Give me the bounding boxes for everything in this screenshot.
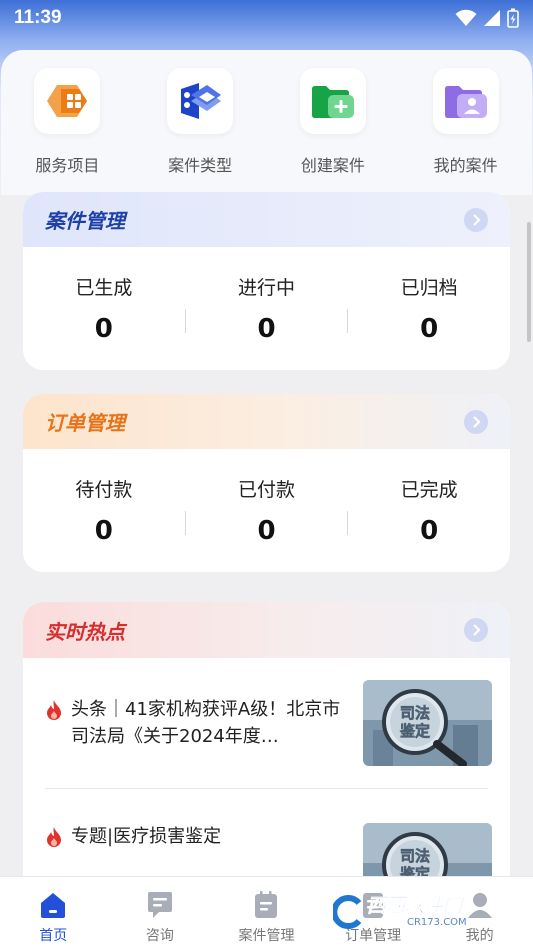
news-text: 专题|医疗损害鉴定 — [45, 823, 363, 850]
tab-case-management[interactable]: 案件管理 — [213, 877, 320, 948]
case-management-header[interactable]: 案件管理 — [23, 192, 510, 247]
order-stat-paid[interactable]: 已付款 0 — [186, 475, 348, 546]
case-types-icon — [181, 83, 222, 119]
quick-actions-panel: 服务项目 案件类型 创建案件 我的案件 — [1, 50, 532, 195]
quick-action-create-case[interactable]: 创建案件 — [278, 68, 388, 195]
watermark-logo-icon — [333, 895, 362, 929]
hot-news-card: 实时热点 头条｜41家机构获评A级！北京市司法局《关于2024年度… 司法 鉴定… — [23, 602, 510, 876]
thumb-text: 司法 — [400, 847, 430, 865]
stat-value: 0 — [257, 516, 276, 546]
news-text: 头条｜41家机构获评A级！北京市司法局《关于2024年度… — [45, 696, 363, 750]
thumb-text: 鉴定 — [399, 865, 430, 876]
case-management-title: 案件管理 — [45, 209, 125, 233]
case-stats: 已生成 0 进行中 0 已归档 0 — [23, 247, 510, 370]
service-items-icon — [47, 85, 88, 117]
notebook-icon — [255, 891, 278, 918]
order-stat-completed[interactable]: 已完成 0 — [348, 475, 510, 546]
order-management-title: 订单管理 — [45, 411, 125, 435]
case-management-card: 案件管理 已生成 0 进行中 0 已归档 0 — [23, 192, 510, 370]
quick-action-my-cases[interactable]: 我的案件 — [411, 68, 521, 195]
case-stat-archived[interactable]: 已归档 0 — [348, 273, 510, 344]
chat-icon — [147, 892, 172, 918]
service-items-icon-box — [34, 68, 101, 134]
stat-label: 已归档 — [400, 277, 458, 299]
stat-label: 已生成 — [75, 277, 133, 299]
quick-action-label: 我的案件 — [433, 156, 498, 175]
stat-label: 待付款 — [75, 479, 133, 501]
fire-icon — [47, 700, 61, 720]
case-stat-generated[interactable]: 已生成 0 — [23, 273, 185, 344]
news-title: 头条｜41家机构获评A级！北京市司法局《关于2024年度… — [71, 699, 341, 747]
tab-label: 案件管理 — [238, 928, 295, 944]
battery-icon — [507, 8, 519, 28]
news-thumbnail: 司法 鉴定 — [363, 680, 492, 766]
order-management-card: 订单管理 待付款 0 已付款 0 已完成 0 — [23, 394, 510, 572]
status-icons — [455, 8, 519, 28]
chevron-right-icon[interactable] — [464, 207, 488, 232]
watermark-text: 西西软件园 — [367, 894, 463, 917]
stat-value: 0 — [94, 314, 113, 344]
chevron-right-icon[interactable] — [464, 618, 488, 642]
quick-action-label: 创建案件 — [300, 156, 365, 175]
home-scroll-area[interactable]: 案件管理 已生成 0 进行中 0 已归档 0 订单管理 待付款 0 已付款 0 … — [0, 192, 533, 876]
my-cases-icon-box — [432, 68, 499, 134]
fire-icon — [47, 827, 61, 847]
wifi-icon — [455, 9, 477, 26]
my-cases-icon — [444, 86, 487, 118]
tab-consult[interactable]: 咨询 — [107, 877, 214, 948]
stat-label: 进行中 — [238, 277, 296, 299]
stat-value: 0 — [420, 314, 439, 344]
watermark-sub: CR173.COM — [407, 916, 467, 928]
stat-value: 0 — [420, 516, 439, 546]
news-title: 专题|医疗损害鉴定 — [71, 826, 222, 847]
news-item[interactable]: 专题|医疗损害鉴定 司法 鉴定 — [23, 789, 510, 876]
tab-label: 咨询 — [145, 928, 174, 944]
order-stats: 待付款 0 已付款 0 已完成 0 — [23, 449, 510, 572]
news-thumbnail: 司法 鉴定 — [363, 823, 492, 876]
hot-news-header[interactable]: 实时热点 — [23, 602, 510, 658]
home-icon — [41, 893, 66, 918]
stat-label: 已完成 — [400, 479, 458, 501]
quick-action-label: 服务项目 — [35, 156, 100, 175]
case-stat-in-progress[interactable]: 进行中 0 — [186, 273, 348, 344]
stat-label: 已付款 — [238, 479, 296, 501]
status-bar: 11:39 — [0, 0, 533, 36]
order-management-header[interactable]: 订单管理 — [23, 394, 510, 449]
signal-icon — [484, 10, 500, 26]
quick-action-case-types[interactable]: 案件类型 — [145, 68, 255, 195]
quick-action-label: 案件类型 — [168, 156, 233, 175]
tab-home[interactable]: 首页 — [0, 877, 107, 948]
create-case-icon — [311, 86, 354, 118]
status-time: 11:39 — [14, 7, 62, 28]
hot-news-title: 实时热点 — [45, 619, 125, 644]
chevron-right-icon[interactable] — [464, 409, 488, 434]
scrollbar[interactable] — [527, 222, 531, 342]
create-case-icon-box — [299, 68, 366, 134]
thumb-text: 司法 — [400, 704, 430, 722]
stat-value: 0 — [257, 314, 276, 344]
stat-value: 0 — [94, 516, 113, 546]
quick-action-service-items[interactable]: 服务项目 — [12, 68, 122, 195]
case-types-icon-box — [167, 68, 234, 134]
tab-label: 首页 — [39, 928, 68, 944]
news-item[interactable]: 头条｜41家机构获评A级！北京市司法局《关于2024年度… 司法 鉴定 — [23, 658, 510, 788]
thumb-text: 鉴定 — [399, 722, 430, 740]
order-stat-pending-payment[interactable]: 待付款 0 — [23, 475, 185, 546]
watermark-logo: 西西软件园 CR173.COM — [333, 888, 515, 936]
